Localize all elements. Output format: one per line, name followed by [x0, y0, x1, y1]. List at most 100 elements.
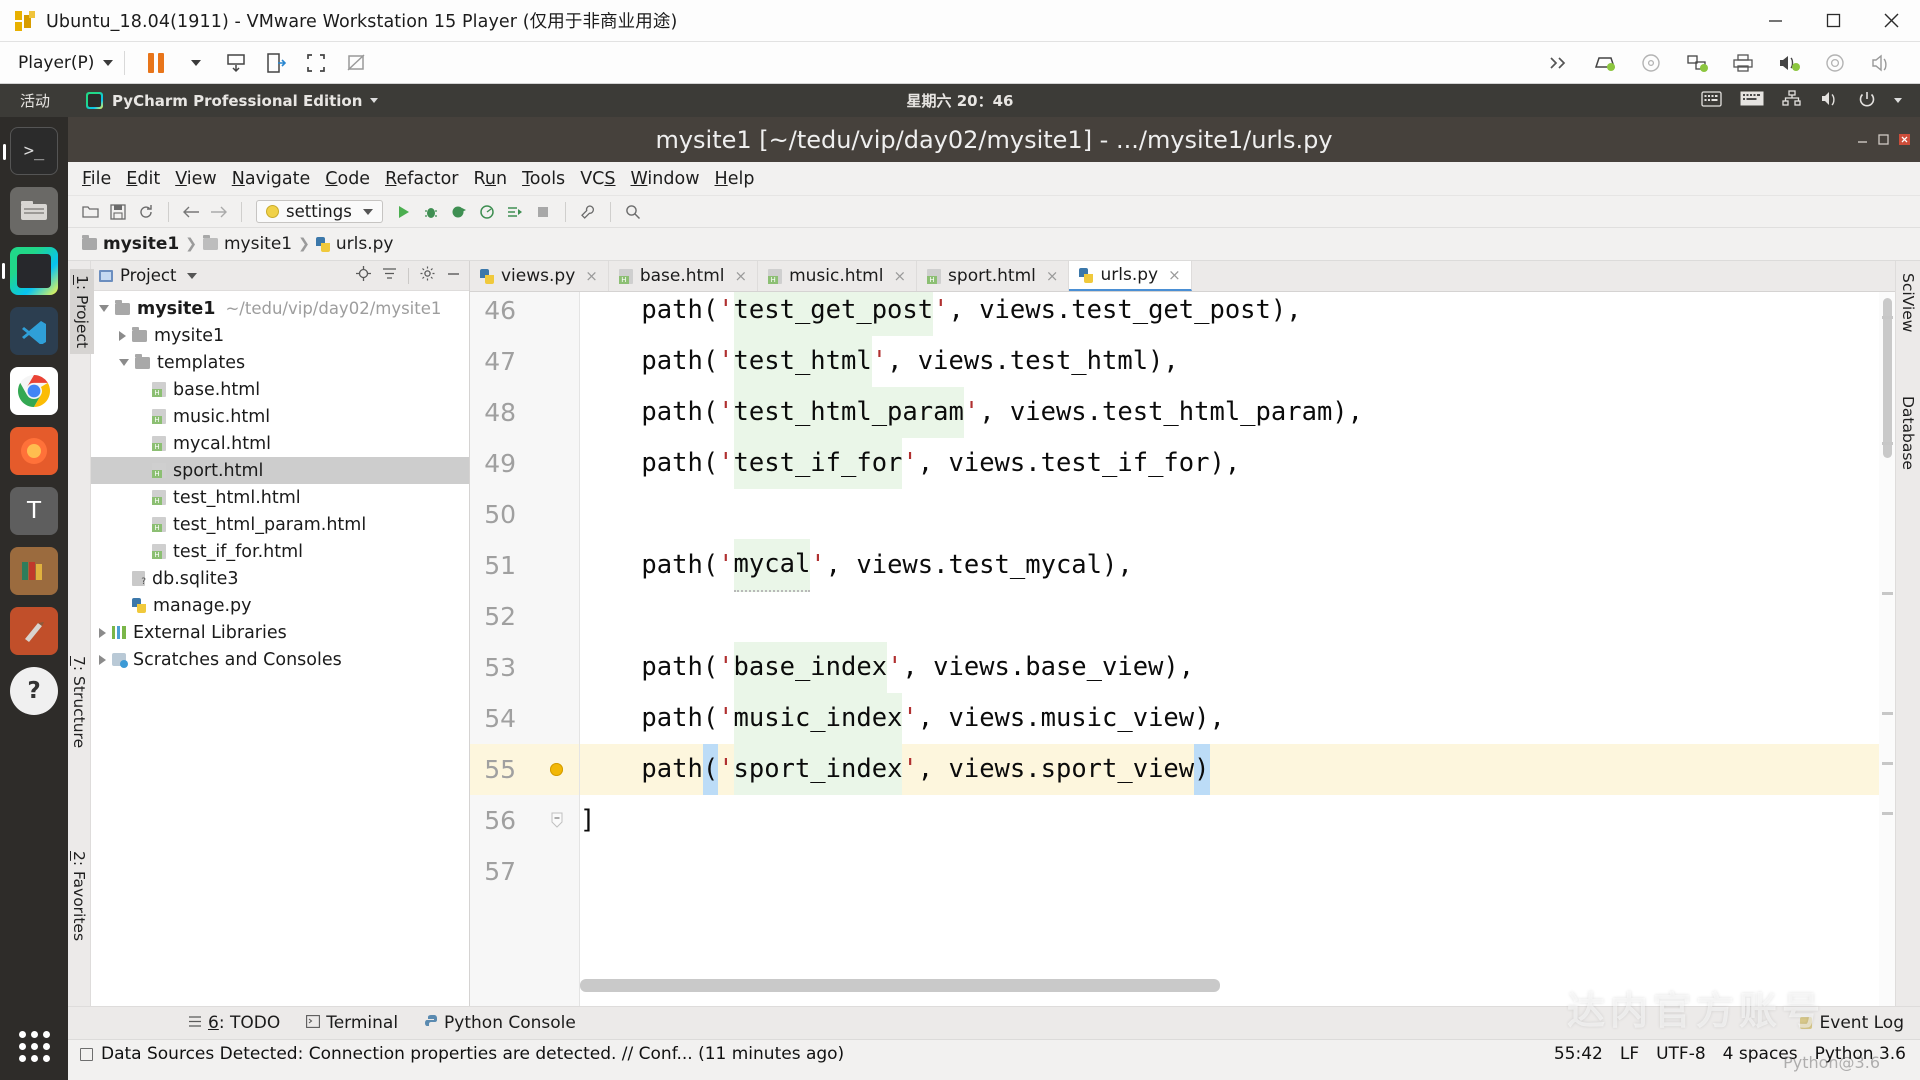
- chevron-down-icon[interactable]: [187, 273, 197, 279]
- chevron-right-icon[interactable]: [119, 331, 126, 341]
- status-line-separator[interactable]: LF: [1620, 1044, 1639, 1064]
- expand-icon[interactable]: [1539, 48, 1579, 78]
- run-configuration-selector[interactable]: settings: [256, 200, 383, 223]
- dock-item-chrome[interactable]: [10, 367, 58, 415]
- sidebar-item-structure[interactable]: 7: Structure: [70, 656, 88, 748]
- tree-item-music-html[interactable]: music.html: [91, 403, 469, 430]
- printer-icon[interactable]: [1723, 48, 1763, 78]
- tree-item-test-html-html[interactable]: test_html.html: [91, 484, 469, 511]
- pause-icon[interactable]: [139, 48, 173, 78]
- power-icon[interactable]: [1858, 90, 1876, 112]
- send-key-icon[interactable]: [259, 48, 293, 78]
- chevron-right-icon[interactable]: [99, 655, 106, 665]
- status-message[interactable]: Data Sources Detected: Connection proper…: [101, 1044, 844, 1064]
- menu-navigate[interactable]: Navigate: [232, 169, 311, 189]
- menu-run[interactable]: Run: [474, 169, 508, 189]
- maximize-button[interactable]: [1804, 0, 1862, 42]
- menu-edit[interactable]: Edit: [126, 169, 160, 189]
- speaker-icon[interactable]: [1861, 48, 1901, 78]
- show-applications-icon[interactable]: [19, 1031, 50, 1062]
- close-icon[interactable]: ×: [1046, 267, 1059, 285]
- wrench-icon[interactable]: [576, 200, 600, 224]
- dock-item-books[interactable]: [10, 547, 58, 595]
- gear-icon[interactable]: [420, 266, 435, 285]
- tree-item-scratches-and-consoles[interactable]: Scratches and Consoles: [91, 646, 469, 673]
- editor-tab-music-html[interactable]: music.html×: [758, 261, 917, 291]
- close-icon[interactable]: ×: [893, 267, 906, 285]
- maximize-button[interactable]: [1878, 134, 1889, 145]
- menu-file[interactable]: File: [82, 169, 111, 189]
- dock-item-pycharm[interactable]: [10, 247, 58, 295]
- unity-mode-icon[interactable]: [339, 48, 373, 78]
- code-line[interactable]: path('test_if_for', views.test_if_for),: [580, 438, 1240, 489]
- code-line[interactable]: path('music_index', views.music_view),: [580, 693, 1225, 744]
- bottom-tool-python-console[interactable]: Python Console: [424, 1013, 576, 1033]
- network-adapter-icon[interactable]: [1677, 48, 1717, 78]
- horizontal-scrollbar[interactable]: [580, 979, 1879, 992]
- menu-code[interactable]: Code: [325, 169, 370, 189]
- menu-window[interactable]: Window: [631, 169, 700, 189]
- menu-view[interactable]: View: [175, 169, 217, 189]
- code-line[interactable]: path('test_get_post', views.test_get_pos…: [580, 292, 1302, 336]
- dock-item-text-editor[interactable]: T: [10, 487, 58, 535]
- tree-item-test-html-param-html[interactable]: test_html_param.html: [91, 511, 469, 538]
- sync-icon[interactable]: [134, 200, 158, 224]
- editor-tab-base-html[interactable]: base.html×: [609, 261, 758, 291]
- onscreen-keyboard-icon[interactable]: [1701, 91, 1722, 111]
- bottom-tool-todo[interactable]: 6: TODO: [188, 1013, 280, 1033]
- open-folder-icon[interactable]: [78, 200, 102, 224]
- sidebar-item-database[interactable]: Database: [1899, 396, 1917, 470]
- tree-item-templates[interactable]: templates: [91, 349, 469, 376]
- system-clock[interactable]: 星期六 20：46: [907, 90, 1014, 111]
- breadcrumb-item-1[interactable]: mysite1: [224, 234, 292, 254]
- volume-icon[interactable]: [1820, 90, 1840, 111]
- usb-icon[interactable]: [1815, 48, 1855, 78]
- close-button[interactable]: [1899, 134, 1910, 145]
- hide-icon[interactable]: [446, 266, 461, 285]
- menu-refactor[interactable]: Refactor: [385, 169, 458, 189]
- code-line[interactable]: path('mycal', views.test_mycal),: [580, 540, 1133, 591]
- breadcrumb-item-2[interactable]: urls.py: [336, 234, 394, 254]
- breadcrumb-item-0[interactable]: mysite1: [103, 234, 179, 254]
- status-encoding[interactable]: UTF-8: [1656, 1044, 1706, 1064]
- sidebar-item-project[interactable]: 1: Project: [70, 269, 94, 354]
- intention-bulb-icon[interactable]: [550, 763, 563, 776]
- editor-tab-urls-py[interactable]: urls.py×: [1069, 261, 1191, 291]
- menu-vcs[interactable]: VCS: [580, 169, 615, 189]
- dock-item-terminal[interactable]: >_: [10, 127, 58, 175]
- chevron-down-icon[interactable]: [99, 305, 109, 312]
- code-line[interactable]: path('test_html', views.test_html),: [580, 336, 1179, 387]
- profile-icon[interactable]: [475, 200, 499, 224]
- pause-dropdown-icon[interactable]: [179, 48, 213, 78]
- sidebar-item-sciview[interactable]: SciView: [1899, 273, 1917, 332]
- dock-item-vscode[interactable]: [10, 307, 58, 355]
- tree-item-mysite1[interactable]: mysite1~/tedu/vip/day02/mysite1: [91, 295, 469, 322]
- status-interpreter[interactable]: Python 3.6: [1815, 1044, 1906, 1064]
- dock-item-files[interactable]: [10, 187, 58, 235]
- activities-button[interactable]: 活动: [20, 90, 50, 111]
- tree-item-manage-py[interactable]: manage.py: [91, 592, 469, 619]
- arrow-right-icon[interactable]: [207, 200, 231, 224]
- code-content[interactable]: path('test_get_post', views.test_get_pos…: [580, 292, 1895, 1006]
- code-fold-icon[interactable]: [550, 812, 564, 828]
- vertical-scrollbar[interactable]: [1879, 292, 1895, 1006]
- code-line[interactable]: path('base_index', views.base_view),: [580, 642, 1194, 693]
- event-log-button[interactable]: Event Log: [1800, 1013, 1904, 1033]
- chevron-right-icon[interactable]: [99, 628, 106, 638]
- cd-drive-icon[interactable]: [1631, 48, 1671, 78]
- code-line[interactable]: path('sport_index', views.sport_view): [580, 744, 1210, 795]
- code-line[interactable]: path('test_html_param', views.test_html_…: [580, 387, 1363, 438]
- editor-tab-views-py[interactable]: views.py×: [470, 261, 609, 291]
- hard-disk-icon[interactable]: [1585, 48, 1625, 78]
- eject-icon[interactable]: [219, 48, 253, 78]
- menu-tools[interactable]: Tools: [522, 169, 565, 189]
- run-coverage-icon[interactable]: [447, 200, 471, 224]
- run-icon[interactable]: [391, 200, 415, 224]
- close-button[interactable]: [1862, 0, 1920, 42]
- close-icon[interactable]: ×: [735, 267, 748, 285]
- chevron-down-icon[interactable]: [1894, 98, 1902, 103]
- dock-item-firefox[interactable]: [10, 427, 58, 475]
- code-editor[interactable]: 464748495051525354555657 path('test_get_…: [470, 292, 1895, 1006]
- menu-help[interactable]: Help: [715, 169, 755, 189]
- player-menu-button[interactable]: Player(P): [18, 53, 113, 73]
